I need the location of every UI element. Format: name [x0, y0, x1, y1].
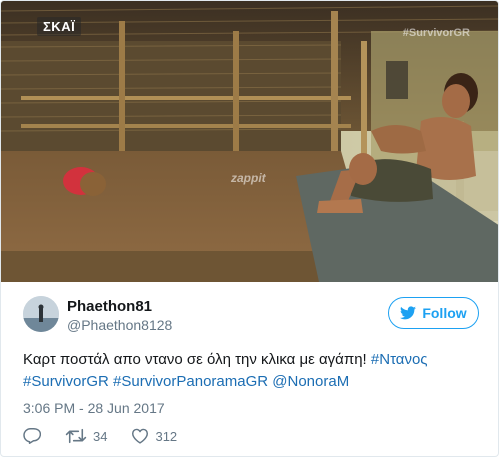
tweet-text: Καρτ ποστάλ απο ντανο σε όλη την κλικα μ…	[23, 349, 483, 393]
reply-button[interactable]	[23, 428, 41, 444]
mention-link[interactable]: @NonoraM	[272, 373, 349, 390]
display-name[interactable]: Phaethon81	[67, 298, 172, 316]
like-button[interactable]: 312	[131, 428, 177, 444]
retweet-icon	[65, 428, 87, 444]
like-count: 312	[155, 428, 178, 444]
tweet-body: Καρτ ποστάλ απο ντανο σε όλη την κλικα μ…	[23, 351, 371, 368]
heart-icon	[132, 428, 149, 444]
tweet-actions: 34 312	[23, 426, 201, 446]
follow-button[interactable]: Follow	[388, 297, 479, 329]
retweet-count: 34	[93, 428, 108, 444]
hashtag-link[interactable]: #Ντανος	[371, 351, 428, 368]
bird-icon	[400, 306, 417, 320]
avatar-image	[23, 296, 59, 332]
hashtag-watermark: #SurvivorGR	[402, 27, 470, 39]
follow-label: Follow	[422, 305, 467, 321]
hashtag-link[interactable]: #SurvivorPanoramaGR	[113, 373, 268, 390]
photo-scene	[1, 1, 498, 282]
tweet-timestamp[interactable]: 3:06 PM - 28 Jun 2017	[23, 400, 165, 416]
user-names: Phaethon81 @Phaethon8128	[67, 298, 172, 334]
tweet-card: ΣΚΑΪ #SurvivorGR zappit Phaethon81 @Phae…	[0, 0, 499, 457]
channel-logo: ΣΚΑΪ	[37, 17, 82, 36]
tweet-image[interactable]: ΣΚΑΪ #SurvivorGR zappit	[1, 1, 498, 282]
reply-icon	[23, 428, 41, 444]
avatar[interactable]	[23, 296, 59, 332]
hashtag-link[interactable]: #SurvivorGR	[23, 373, 109, 390]
tweet-header: Phaethon81 @Phaethon8128 Follow	[23, 296, 483, 340]
brand-watermark: zappit	[231, 171, 266, 185]
retweet-button[interactable]: 34	[65, 428, 107, 444]
user-handle[interactable]: @Phaethon8128	[67, 316, 172, 334]
